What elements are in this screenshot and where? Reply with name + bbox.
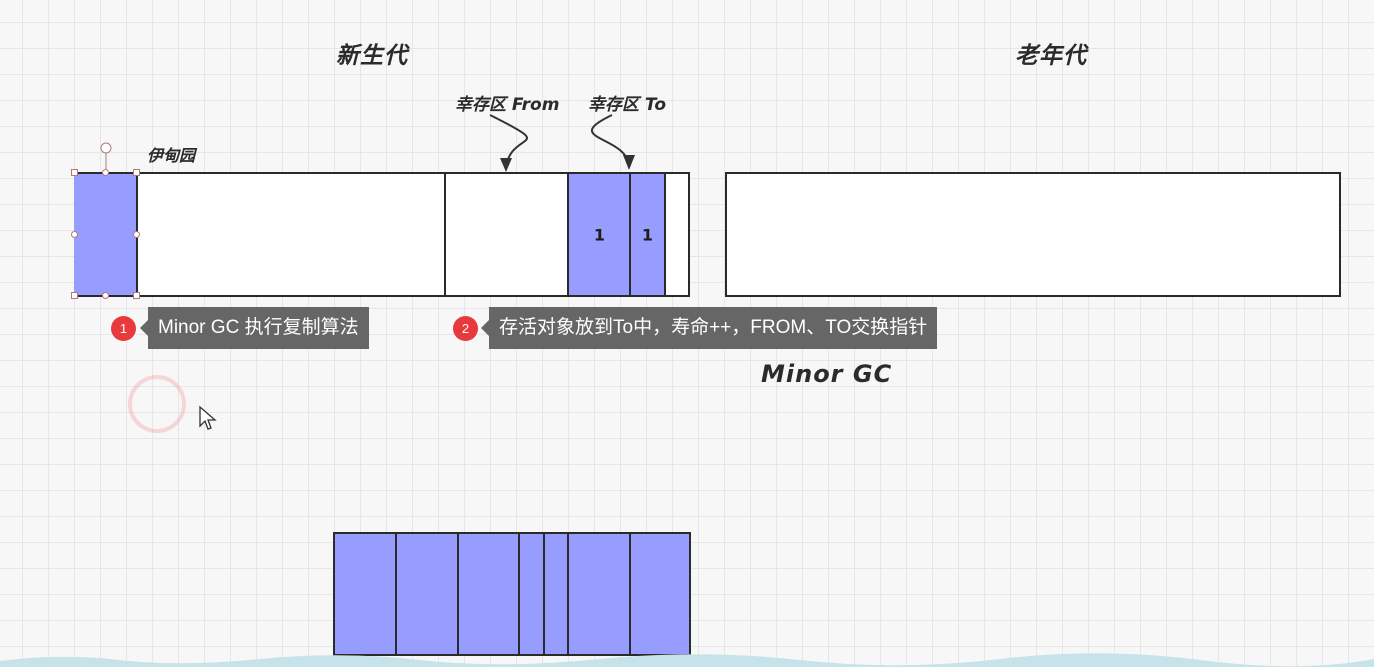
old-generation-box <box>725 172 1341 297</box>
memory-slot <box>567 534 569 654</box>
resize-handle-tr[interactable] <box>133 169 140 176</box>
arrow-to-from-space <box>489 114 528 169</box>
memory-slot <box>518 534 520 654</box>
resize-handle-br[interactable] <box>133 292 140 299</box>
object-age-2: 1 <box>641 225 654 244</box>
arrow-head-to <box>623 155 635 170</box>
survivor-from-label: 幸存区 From <box>455 95 560 115</box>
memory-slot <box>457 534 459 654</box>
minor-gc-label: Minor GC <box>761 360 893 388</box>
eden-selected-object[interactable] <box>74 174 138 295</box>
young-generation-box: 1 1 <box>74 172 690 297</box>
memory-slot <box>543 534 545 654</box>
memory-slot <box>629 534 631 654</box>
survivor-to-object-1: 1 <box>567 174 630 295</box>
step-tooltip-2: 存活对象放到To中，寿命++，FROM、TO交换指针 <box>480 307 938 349</box>
arrow-head-from <box>500 158 512 172</box>
step-badge-1: 1 <box>111 316 136 341</box>
resize-handle-mr[interactable] <box>133 231 140 238</box>
resize-handle-tm[interactable] <box>102 169 109 176</box>
eden-label: 伊甸园 <box>147 146 196 165</box>
mouse-cursor-icon <box>199 405 217 430</box>
bottom-wave-decoration <box>0 653 1374 667</box>
resize-handle-ml[interactable] <box>71 231 78 238</box>
survivor-to-object-2: 1 <box>629 174 666 295</box>
arrow-to-to-space <box>591 114 630 166</box>
step-tooltip-1: Minor GC 执行复制算法 <box>140 307 369 349</box>
old-generation-title: 老年代 <box>1015 43 1087 69</box>
resize-handle-tl[interactable] <box>71 169 78 176</box>
memory-block-bottom <box>333 532 691 656</box>
click-indicator-ring <box>128 375 186 433</box>
survivor-from-space <box>444 174 568 295</box>
resize-handle-bm[interactable] <box>102 292 109 299</box>
memory-slot <box>395 534 397 654</box>
step-badge-2: 2 <box>453 316 478 341</box>
survivor-to-label: 幸存区 To <box>588 95 667 115</box>
resize-handle-bl[interactable] <box>71 292 78 299</box>
object-age-1: 1 <box>593 225 606 244</box>
young-generation-title: 新生代 <box>336 43 408 69</box>
